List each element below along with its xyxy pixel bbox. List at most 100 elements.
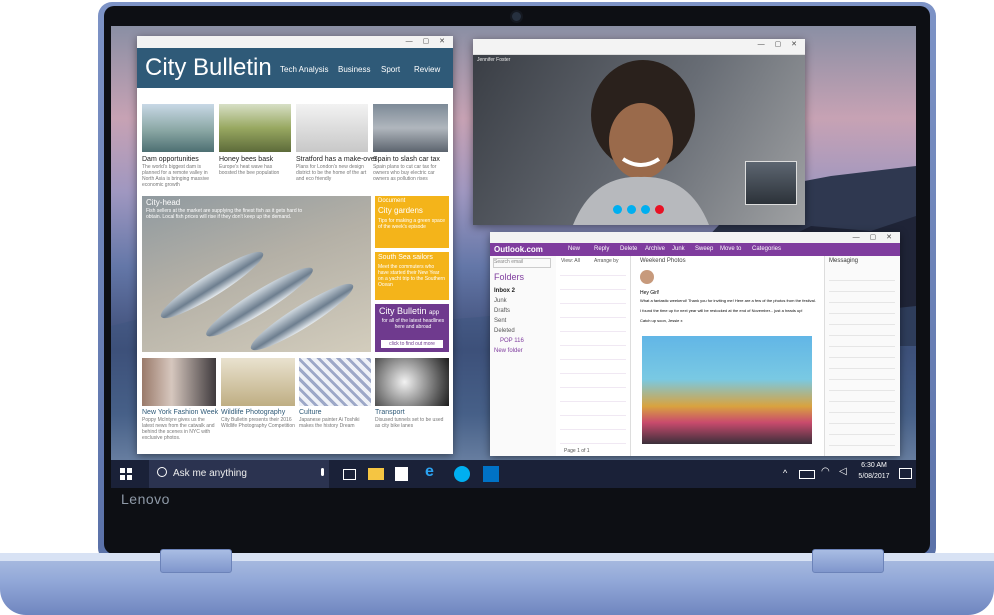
cortana-search-box[interactable]: Ask me anything xyxy=(149,460,329,488)
story-wildlife[interactable]: Wildlife Photography City Bulletin prese… xyxy=(221,358,295,450)
hinge-right xyxy=(812,549,884,573)
self-view-thumbnail[interactable] xyxy=(745,161,797,205)
messaging-pane[interactable]: Messaging xyxy=(824,256,900,456)
feature-story[interactable]: City-head Fish sellers at the market are… xyxy=(142,196,371,359)
delete-button[interactable]: Delete xyxy=(620,246,637,252)
promo-title: City Bulletin app xyxy=(379,306,439,316)
battery-icon[interactable] xyxy=(799,470,815,479)
cortana-icon xyxy=(157,467,167,477)
sender-avatar xyxy=(640,270,654,284)
outlook-logo[interactable]: Outlook.com xyxy=(494,245,543,254)
move-to-button[interactable]: Move to xyxy=(720,246,741,252)
contacts-list[interactable] xyxy=(829,270,895,450)
story-title: Culture xyxy=(299,409,322,416)
window-controls[interactable]: — ▢ ✕ xyxy=(406,37,449,45)
promo-box[interactable]: City Bulletin app for all of the latest … xyxy=(375,304,449,352)
outlook-toolbar: Outlook.com New Reply Delete Archive Jun… xyxy=(490,243,900,256)
story-image xyxy=(142,358,216,406)
folder-junk[interactable]: Junk xyxy=(494,298,507,304)
nav-tech-analysis[interactable]: Tech Analysis xyxy=(280,65,328,74)
story-desc: Spain plans to cut car tax for owners wh… xyxy=(373,164,437,182)
story-spain[interactable]: Spain to slash car tax Spain plans to cu… xyxy=(373,104,448,190)
story-desc: Plans for London's new design district t… xyxy=(296,164,367,182)
story-desc: City Bulletin presents their 2016 Wildli… xyxy=(221,417,295,429)
skype-titlebar[interactable]: — ▢ ✕ xyxy=(473,39,805,55)
side-box-city-gardens[interactable]: Document City gardens Tips for making a … xyxy=(375,196,449,248)
new-button[interactable]: New xyxy=(568,246,580,252)
sweep-button[interactable]: Sweep xyxy=(695,246,713,252)
file-explorer-icon[interactable] xyxy=(368,468,384,480)
side-box-title: City gardens xyxy=(378,206,423,215)
mail-search-input[interactable]: Search email xyxy=(493,258,551,268)
story-desc: The world's biggest dam is planned for a… xyxy=(142,164,209,188)
add-participant-icon[interactable] xyxy=(641,205,650,214)
story-title: Wildlife Photography xyxy=(221,409,286,416)
story-title: Stratford has a make-over xyxy=(296,156,377,163)
folder-sent[interactable]: Sent xyxy=(494,318,506,324)
nav-review[interactable]: Review xyxy=(414,65,440,74)
task-view-icon[interactable] xyxy=(343,469,356,480)
reading-pane: Weekend Photos Hey Girl! What a fantasti… xyxy=(636,256,822,456)
webcam xyxy=(512,12,521,21)
promo-cta-button[interactable]: click to find out more xyxy=(381,340,443,348)
story-image xyxy=(221,358,295,406)
story-image xyxy=(373,104,448,152)
clock-date[interactable]: 5/08/2017 xyxy=(856,473,892,480)
story-title: Honey bees bask xyxy=(219,156,274,163)
nav-sport[interactable]: Sport xyxy=(381,65,400,74)
new-folder-link[interactable]: New folder xyxy=(494,348,523,354)
window-controls[interactable]: — ▢ ✕ xyxy=(853,233,896,241)
microphone-icon[interactable] xyxy=(321,468,324,476)
messaging-title: Messaging xyxy=(829,258,859,264)
folders-title: Folders xyxy=(494,272,525,282)
folder-drafts[interactable]: Drafts xyxy=(494,308,510,314)
clock-time[interactable]: 6:30 AM xyxy=(859,462,889,469)
city-bulletin-window[interactable]: — ▢ ✕ City Bulletin Tech Analysis Busine… xyxy=(137,36,453,454)
video-toggle-icon[interactable] xyxy=(613,205,622,214)
skype-window[interactable]: — ▢ ✕ Jennifer Foster xyxy=(473,39,805,225)
store-icon[interactable] xyxy=(395,467,408,481)
message-rows[interactable] xyxy=(560,268,626,448)
outlook-window[interactable]: — ▢ ✕ Outlook.com New Reply Delete Archi… xyxy=(490,232,900,456)
feature-desc: Fish sellers at the market are supplying… xyxy=(146,208,303,220)
story-image xyxy=(296,104,368,152)
email-subject: Weekend Photos xyxy=(640,258,686,264)
folder-inbox[interactable]: Inbox 2 xyxy=(494,288,515,294)
volume-icon[interactable]: ◁ xyxy=(839,466,847,477)
festival-photo[interactable] xyxy=(642,336,812,444)
tray-chevron-icon[interactable]: ^ xyxy=(783,468,787,478)
story-fashion[interactable]: New York Fashion Week Poppy McIntyre giv… xyxy=(142,358,218,450)
folder-deleted[interactable]: Deleted xyxy=(494,328,515,334)
wifi-icon[interactable]: ◠ xyxy=(821,466,830,477)
junk-button[interactable]: Junk xyxy=(672,246,685,252)
feature-title: City-head xyxy=(146,198,181,207)
pager[interactable]: Page 1 of 1 xyxy=(564,448,590,454)
folder-pop[interactable]: POP 116 xyxy=(500,338,524,344)
arrange-filter[interactable]: Arrange by xyxy=(594,258,618,264)
categories-button[interactable]: Categories xyxy=(752,246,781,252)
nav-business[interactable]: Business xyxy=(338,65,370,74)
story-stratford[interactable]: Stratford has a make-over Plans for Lond… xyxy=(296,104,377,190)
side-box-south-sea[interactable]: South Sea sailors Meet the commuters who… xyxy=(375,252,449,300)
search-placeholder: Ask me anything xyxy=(173,468,247,479)
window-controls[interactable]: — ▢ ✕ xyxy=(758,40,801,48)
hinge-left xyxy=(160,549,232,573)
mic-toggle-icon[interactable] xyxy=(627,205,636,214)
story-bees[interactable]: Honey bees bask Europe's heat wave has b… xyxy=(219,104,291,190)
edge-icon[interactable]: e xyxy=(425,463,441,480)
reply-button[interactable]: Reply xyxy=(594,246,609,252)
story-culture[interactable]: Culture Japanese painter Ai Toshiki make… xyxy=(299,358,371,450)
archive-button[interactable]: Archive xyxy=(645,246,665,252)
story-dam[interactable]: Dam opportunities The world's biggest da… xyxy=(142,104,214,190)
view-filter[interactable]: View: All xyxy=(561,258,580,264)
skype-icon[interactable] xyxy=(454,466,470,482)
side-box-desc: Meet the commuters who have started thei… xyxy=(378,264,445,288)
side-box-title: South Sea sailors xyxy=(378,254,433,261)
story-image xyxy=(299,358,371,406)
story-transport[interactable]: Transport Disused tunnels set to be used… xyxy=(375,358,449,450)
action-center-icon[interactable] xyxy=(899,468,912,479)
windows-start-icon[interactable] xyxy=(118,466,134,482)
end-call-icon[interactable] xyxy=(655,205,664,214)
message-list[interactable]: View: All Arrange by Page 1 of 1 xyxy=(558,256,631,456)
outlook-icon[interactable] xyxy=(483,466,499,482)
